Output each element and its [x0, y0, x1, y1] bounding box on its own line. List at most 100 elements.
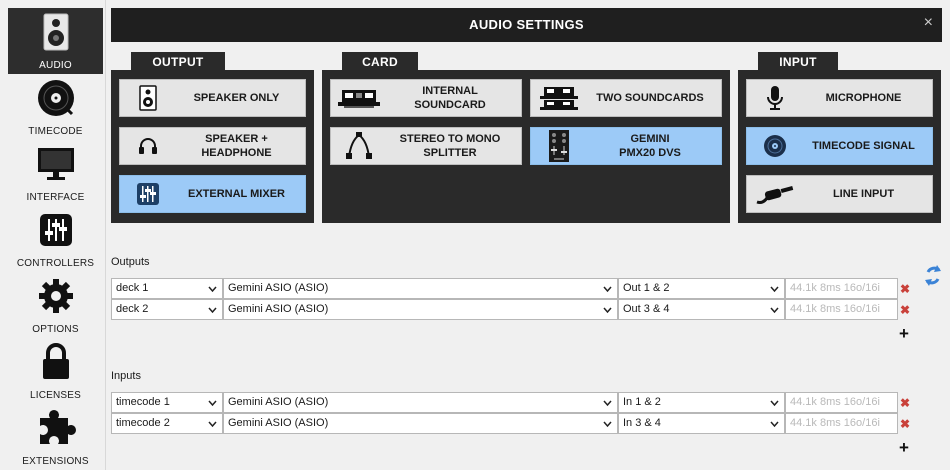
chevron-down-icon	[770, 421, 779, 428]
sidebar-item-extensions[interactable]: EXTENSIONS	[8, 404, 103, 470]
output-group: OUTPUT SPEAKER ONLY SPEAKER + HEADPHONE …	[111, 52, 314, 223]
ports-select[interactable]: In 3 & 4	[618, 413, 785, 434]
microphone-button[interactable]: MICROPHONE	[746, 79, 933, 117]
output-row: deck 2 Gemini ASIO (ASIO) Out 3 & 4 44.1…	[111, 299, 898, 320]
ports-select[interactable]: Out 3 & 4	[618, 299, 785, 320]
monitor-icon	[36, 144, 76, 184]
chevron-down-icon	[770, 400, 779, 407]
chevron-down-icon	[770, 286, 779, 293]
external-mixer-button[interactable]: EXTERNAL MIXER	[119, 175, 306, 213]
sidebar-item-timecode[interactable]: TIMECODE	[8, 74, 103, 140]
device-value: Gemini ASIO (ASIO)	[228, 417, 329, 429]
sidebar-item-licenses[interactable]: LICENSES	[8, 338, 103, 404]
chevron-down-icon	[208, 286, 217, 293]
card-group: CARD INTERNAL SOUNDCARD TWO SOUNDCARDS S…	[322, 52, 730, 223]
chevron-down-icon	[603, 400, 612, 407]
ports-value: In 3 & 4	[623, 417, 661, 429]
delete-row-button[interactable]: ✖	[900, 418, 910, 430]
line-input-button[interactable]: LINE INPUT	[746, 175, 933, 213]
input-group: INPUT MICROPHONE TIMECODE SIGNAL LINE IN…	[738, 52, 941, 223]
tile-label: EXTERNAL MIXER	[188, 188, 285, 200]
close-button[interactable]: ×	[924, 15, 933, 31]
sidebar-item-controllers[interactable]: CONTROLLERS	[8, 206, 103, 272]
channel-select[interactable]: timecode 2	[111, 413, 223, 434]
input-row: timecode 1 Gemini ASIO (ASIO) In 1 & 2 4…	[111, 392, 898, 413]
device-info: 44.1k 8ms 16o/16i	[785, 392, 898, 413]
mixer-icon	[120, 176, 176, 212]
add-input-button[interactable]: +	[899, 439, 909, 456]
internal-soundcard-button[interactable]: INTERNAL SOUNDCARD	[330, 79, 522, 117]
delete-row-button[interactable]: ✖	[900, 397, 910, 409]
chevron-down-icon	[603, 286, 612, 293]
vinyl-icon	[747, 128, 803, 164]
speaker-icon	[120, 80, 176, 116]
chevron-down-icon	[603, 307, 612, 314]
sidebar-item-interface[interactable]: INTERFACE	[8, 140, 103, 206]
tile-label: TWO SOUNDCARDS	[596, 92, 704, 104]
chevron-down-icon	[208, 400, 217, 407]
sidebar-item-label: CONTROLLERS	[16, 258, 95, 269]
sidebar-item-options[interactable]: OPTIONS	[8, 272, 103, 338]
ports-select[interactable]: In 1 & 2	[618, 392, 785, 413]
device-select[interactable]: Gemini ASIO (ASIO)	[223, 392, 618, 413]
timecode-signal-button[interactable]: TIMECODE SIGNAL	[746, 127, 933, 165]
headphones-icon	[120, 128, 176, 164]
ports-select[interactable]: Out 1 & 2	[618, 278, 785, 299]
device-select[interactable]: Gemini ASIO (ASIO)	[223, 278, 618, 299]
ports-value: Out 1 & 2	[623, 282, 670, 294]
sidebar-item-label: INTERFACE	[26, 192, 85, 203]
tile-label: LINE INPUT	[832, 188, 895, 200]
speaker-headphone-button[interactable]: SPEAKER + HEADPHONE	[119, 127, 306, 165]
sidebar-item-label: TIMECODE	[28, 126, 83, 137]
sidebar-item-label: OPTIONS	[32, 324, 79, 335]
device-select[interactable]: Gemini ASIO (ASIO)	[223, 413, 618, 434]
device-value: Gemini ASIO (ASIO)	[228, 282, 329, 294]
page-title: AUDIO SETTINGS	[469, 17, 584, 32]
outputs-label: Outputs	[111, 256, 150, 268]
stereo-to-mono-splitter-button[interactable]: STEREO TO MONO SPLITTER	[330, 127, 522, 165]
microphone-icon	[747, 80, 803, 116]
input-group-title: INPUT	[758, 52, 838, 72]
device-select[interactable]: Gemini ASIO (ASIO)	[223, 299, 618, 320]
channel-select[interactable]: timecode 1	[111, 392, 223, 413]
delete-row-button[interactable]: ✖	[900, 283, 910, 295]
sidebar-item-label: AUDIO	[39, 60, 72, 71]
gear-icon	[36, 276, 76, 316]
sidebar-item-label: LICENSES	[29, 390, 82, 401]
output-row: deck 1 Gemini ASIO (ASIO) Out 1 & 2 44.1…	[111, 278, 898, 299]
chevron-down-icon	[770, 307, 779, 314]
refresh-icon[interactable]	[922, 263, 944, 289]
inputs-label: Inputs	[111, 370, 141, 382]
dj-mixer-icon	[531, 128, 587, 164]
ports-value: Out 3 & 4	[623, 303, 670, 315]
chevron-down-icon	[603, 421, 612, 428]
speaker-only-button[interactable]: SPEAKER ONLY	[119, 79, 306, 117]
output-group-title: OUTPUT	[131, 52, 225, 72]
add-output-button[interactable]: +	[899, 325, 909, 342]
channel-value: deck 2	[116, 303, 149, 315]
tile-label: MICROPHONE	[825, 92, 902, 104]
ports-value: In 1 & 2	[623, 396, 661, 408]
chevron-down-icon	[208, 307, 217, 314]
jack-cable-icon	[747, 176, 803, 212]
dialog-header: AUDIO SETTINGS ×	[111, 8, 942, 42]
two-soundcards-button[interactable]: TWO SOUNDCARDS	[530, 79, 722, 117]
sliders-icon	[36, 210, 76, 250]
device-info: 44.1k 8ms 16o/16i	[785, 413, 898, 434]
device-info: 44.1k 8ms 16o/16i	[785, 278, 898, 299]
sidebar-item-label: EXTENSIONS	[22, 456, 89, 467]
soundcard-icon	[331, 80, 387, 116]
input-row: timecode 2 Gemini ASIO (ASIO) In 3 & 4 4…	[111, 413, 898, 434]
channel-value: deck 1	[116, 282, 149, 294]
chevron-down-icon	[208, 421, 217, 428]
soundcards-icon	[531, 80, 587, 116]
channel-value: timecode 2	[116, 417, 170, 429]
sidebar-item-audio[interactable]: AUDIO	[8, 8, 103, 74]
speaker-icon	[36, 12, 76, 52]
channel-select[interactable]: deck 1	[111, 278, 223, 299]
channel-select[interactable]: deck 2	[111, 299, 223, 320]
tile-label: INTERNAL SOUNDCARD	[414, 85, 486, 111]
delete-row-button[interactable]: ✖	[900, 304, 910, 316]
device-value: Gemini ASIO (ASIO)	[228, 396, 329, 408]
gemini-pmx20-dvs-button[interactable]: GEMINI PMX20 DVS	[530, 127, 722, 165]
